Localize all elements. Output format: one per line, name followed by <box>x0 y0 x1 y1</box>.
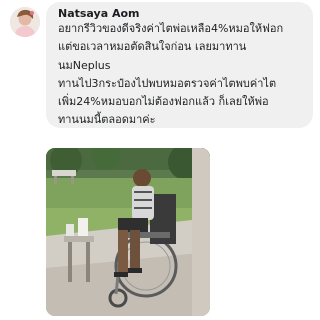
comment-text-line: นมNeplus <box>58 59 111 72</box>
comment-text-line: แต่ขอเวลาหมอตัดสินใจก่อน เลยมาทาน <box>58 40 247 53</box>
photo-scene <box>46 148 210 316</box>
comment-photo[interactable] <box>46 148 210 316</box>
comment-text-line: ทานไป3กระป๋องไปพบหมอตรวจค่าไตพบค่าไต <box>58 77 277 90</box>
comment-text-line: ทานนมนี้ตลอดมาค่ะ <box>58 113 156 126</box>
avatar[interactable] <box>10 7 40 37</box>
comment-author[interactable]: Natsaya Aom <box>58 7 139 21</box>
comment-text-line: เพิ่ม24%หมอบอกไม่ต้องฟอกแล้ว ก็เลยให้พ่อ <box>58 95 269 108</box>
avatar-image <box>10 7 40 37</box>
comment-text-line: อยากรีวิวของดีจริงค่าไตพ่อเหลือ4%หมอให้ฟ… <box>58 22 284 35</box>
